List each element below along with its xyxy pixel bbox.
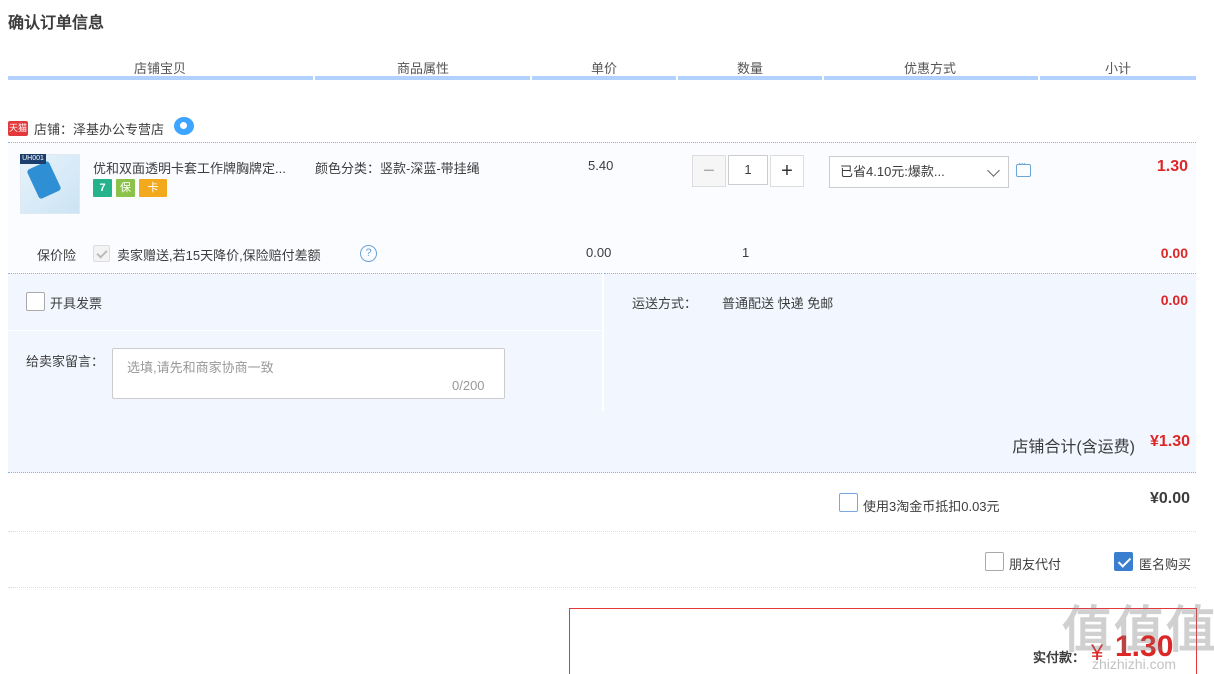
shop-row: 天猫 店铺：泽基办公专营店: [8, 117, 195, 138]
shipping-fee: 0.00: [1160, 292, 1188, 308]
header-separator: [530, 76, 532, 80]
header-separator: [1038, 76, 1040, 80]
column-header-unit-price: 单价: [590, 61, 617, 76]
credit-card-icon[interactable]: 卡: [139, 179, 167, 197]
insurance-price: 0.00: [586, 245, 612, 260]
item-sku: 颜色分类：竖款-深蓝-带挂绳: [315, 161, 480, 176]
invoice-checkbox[interactable]: [26, 292, 45, 311]
header-separator: [313, 76, 315, 80]
quantity-input[interactable]: 1: [728, 155, 768, 185]
divider: [8, 531, 1196, 532]
divider: [8, 587, 1196, 588]
column-header-shop-item: 店铺宝贝: [133, 61, 186, 76]
column-header-quantity: 数量: [736, 61, 763, 76]
insurance-checkbox: [93, 245, 110, 262]
item-subtotal: 1.30: [1156, 158, 1188, 175]
column-header-subtotal: 小计: [1104, 61, 1131, 76]
friend-pay-label[interactable]: 朋友代付: [1009, 554, 1061, 573]
tmall-badge-icon: 天猫: [8, 120, 28, 136]
promotion-select[interactable]: 已省4.10元:爆款...: [829, 156, 1009, 188]
taobao-coin-checkbox[interactable]: [839, 493, 858, 512]
message-label: 给卖家留言：: [26, 354, 105, 369]
shipping-method: 普通配送 快递 免邮: [722, 296, 834, 311]
insurance-subtotal: 0.00: [1160, 245, 1188, 261]
guarantee-icon[interactable]: 保: [116, 179, 135, 197]
quantity-minus-button[interactable]: −: [692, 155, 726, 187]
help-icon[interactable]: ?: [360, 245, 377, 262]
insurance-qty: 1: [742, 245, 750, 260]
quantity-plus-button[interactable]: +: [770, 155, 804, 187]
item-unit-price: 5.40: [588, 158, 614, 173]
seven-day-return-icon[interactable]: 7: [93, 179, 112, 197]
taobao-coin-value: ¥0.00: [1149, 490, 1190, 507]
invoice-label[interactable]: 开具发票: [50, 293, 102, 312]
seller-message-counter: 0/200: [452, 378, 485, 393]
header-underline: [8, 76, 1196, 80]
page-title: 确认订单信息: [8, 15, 105, 32]
taobao-coin-label[interactable]: 使用3淘金币抵扣0.03元: [863, 496, 1000, 515]
anonymous-purchase-checkbox[interactable]: [1114, 552, 1133, 571]
seller-message-placeholder: 选填,请先和商家协商一致: [127, 360, 274, 375]
insurance-label: 保价险: [37, 248, 77, 263]
shop-name[interactable]: 店铺：泽基办公专营店: [34, 119, 164, 138]
shop-total-value: ¥1.30: [1149, 433, 1190, 450]
anonymous-purchase-label[interactable]: 匿名购买: [1139, 554, 1191, 573]
watermark-url: zhizhizhi.com: [1092, 656, 1177, 672]
service-icons: 7 保 卡: [93, 179, 167, 197]
column-header-promotion: 优惠方式: [903, 61, 956, 76]
shipping-label: 运送方式：: [632, 296, 698, 311]
quantity-stepper: − 1 +: [692, 155, 804, 187]
options-divider: [8, 330, 602, 331]
shop-total-label: 店铺合计(含运费): [1012, 439, 1135, 456]
watermark-logo: 值值值: [1062, 602, 1214, 658]
friend-pay-checkbox[interactable]: [985, 552, 1004, 571]
header-separator: [676, 76, 678, 80]
chevron-down-icon: [987, 164, 1000, 177]
column-header-attributes: 商品属性: [396, 61, 449, 76]
item-thumbnail-tag: UH001: [20, 154, 46, 164]
promotion-select-value: 已省4.10元:爆款...: [840, 164, 945, 179]
wangwang-chat-icon[interactable]: [174, 117, 195, 135]
insurance-text: 卖家赠送,若15天降价,保险赔付差额: [117, 248, 321, 263]
comment-icon[interactable]: [1016, 158, 1031, 177]
header-separator: [822, 76, 824, 80]
item-title-link[interactable]: 优和双面透明卡套工作牌胸牌定...: [93, 158, 311, 177]
